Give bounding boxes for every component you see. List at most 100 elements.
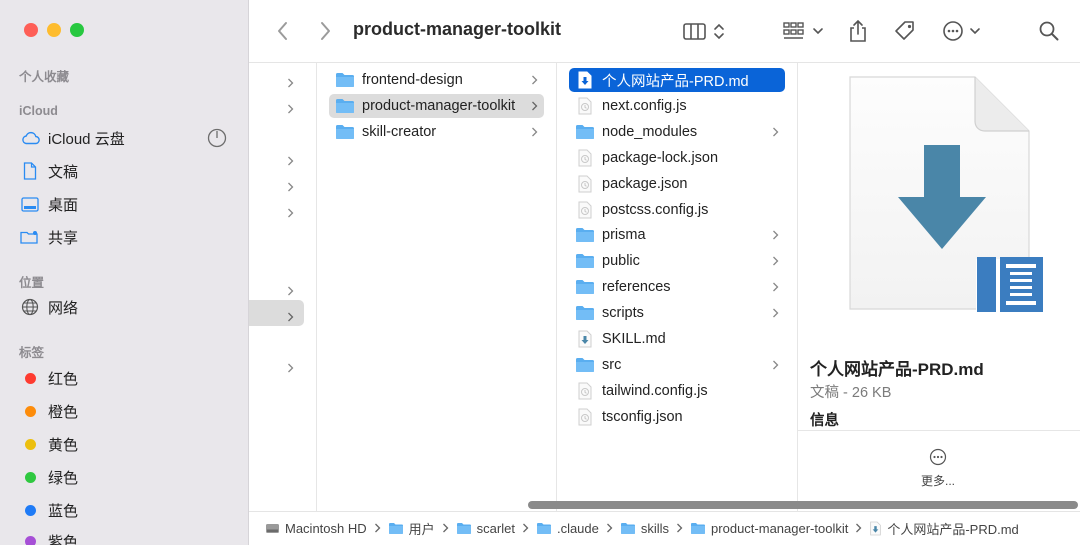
progress-pie-icon	[207, 128, 227, 152]
folder-icon	[388, 522, 404, 535]
home-folder-icon	[456, 522, 472, 535]
file-row[interactable]: tailwind.config.js	[569, 379, 785, 403]
forward-button[interactable]	[313, 16, 337, 46]
sidebar-tag-yellow[interactable]: 黄色	[20, 429, 235, 459]
js-file-icon	[575, 175, 595, 193]
row-label: skill-creator	[362, 123, 437, 140]
row-label: 个人网站产品-PRD.md	[602, 73, 749, 90]
chevron-right-icon	[772, 306, 779, 322]
sidebar-tag-green[interactable]: 绿色	[20, 462, 235, 492]
document-icon	[20, 161, 40, 181]
chevron-right-icon	[772, 125, 779, 141]
hard-drive-icon	[265, 522, 280, 535]
breadcrumb-item[interactable]: .claude	[536, 521, 599, 536]
column-parent[interactable]	[249, 63, 317, 512]
favorites-heading[interactable]: 个人收藏	[19, 66, 69, 85]
row-label: SKILL.md	[602, 331, 666, 347]
ellipsis-circle-icon	[943, 21, 980, 41]
folder-row[interactable]: node_modules	[569, 120, 785, 144]
selected-row-highlight[interactable]	[249, 300, 304, 326]
file-row[interactable]: next.config.js	[569, 94, 785, 118]
breadcrumb-item[interactable]: product-manager-toolkit	[690, 521, 848, 536]
chevron-right-icon	[772, 358, 779, 374]
desktop-icon	[20, 194, 40, 214]
folder-row[interactable]: prisma	[569, 223, 785, 247]
share-button[interactable]	[845, 16, 871, 46]
row-label: postcss.config.js	[602, 201, 709, 218]
folder-row[interactable]: src	[569, 353, 785, 377]
more-actions-button[interactable]	[941, 16, 987, 46]
file-row[interactable]: package-lock.json	[569, 146, 785, 170]
chevron-right-icon	[287, 283, 294, 301]
breadcrumb-item[interactable]: 个人网站产品-PRD.md	[869, 519, 1019, 538]
chevron-right-icon	[531, 125, 538, 141]
sidebar-item-label: 黄色	[48, 436, 79, 454]
group-button[interactable]	[781, 16, 827, 46]
more-button[interactable]: 更多...	[916, 448, 960, 489]
sidebar-tag-red[interactable]: 红色	[20, 363, 235, 393]
file-row[interactable]: package.json	[569, 172, 785, 196]
folder-row[interactable]: public	[569, 249, 785, 273]
chevron-right-icon	[287, 153, 294, 171]
view-mode-button[interactable]	[680, 16, 730, 46]
icloud-heading[interactable]: iCloud	[19, 104, 58, 118]
sidebar-item-documents[interactable]: 文稿	[20, 156, 235, 186]
js-file-icon	[575, 382, 595, 400]
js-file-icon	[575, 408, 595, 426]
row-label: next.config.js	[602, 97, 687, 114]
file-row[interactable]: SKILL.md	[569, 327, 785, 351]
folder-row[interactable]: frontend-design	[329, 68, 544, 92]
folder-icon	[536, 522, 552, 535]
sidebar-tag-purple[interactable]: 紫色	[20, 526, 235, 545]
folder-row[interactable]: references	[569, 275, 785, 299]
markdown-file-icon	[575, 71, 595, 89]
preview-file-kind: 文稿 - 26 KB	[810, 385, 892, 401]
file-row[interactable]: postcss.config.js	[569, 198, 785, 222]
sidebar-item-network[interactable]: 网络	[20, 292, 235, 322]
chevron-right-icon	[287, 101, 294, 119]
cloud-icon	[20, 128, 40, 148]
row-label: node_modules	[602, 123, 698, 140]
locations-heading[interactable]: 位置	[19, 272, 44, 291]
back-button[interactable]	[271, 16, 295, 46]
horizontal-scrollbar[interactable]	[528, 501, 1078, 509]
breadcrumb-item[interactable]: 用户	[388, 519, 435, 538]
breadcrumb-item[interactable]: Macintosh HD	[265, 521, 367, 536]
folder-icon	[575, 226, 595, 244]
row-label: references	[602, 279, 671, 296]
breadcrumb-item[interactable]: skills	[620, 521, 669, 536]
sidebar-item-label: 蓝色	[48, 502, 79, 520]
folder-icon	[335, 97, 355, 115]
file-row[interactable]: tsconfig.json	[569, 405, 785, 429]
sidebar-tag-orange[interactable]: 橙色	[20, 396, 235, 426]
folder-row[interactable]: product-manager-toolkit	[329, 93, 544, 118]
sidebar: 个人收藏 iCloud iCloud 云盘 文稿 桌面 共享 位置 网络 标签 …	[0, 0, 249, 545]
folder-row[interactable]: scripts	[569, 301, 785, 325]
js-file-icon	[575, 201, 595, 219]
sidebar-item-icloud-drive[interactable]: iCloud 云盘	[20, 123, 235, 153]
tags-heading[interactable]: 标签	[19, 342, 44, 361]
chevron-right-icon	[855, 522, 862, 536]
divider	[798, 430, 1080, 431]
sidebar-tag-blue[interactable]: 蓝色	[20, 495, 235, 525]
close-button[interactable]	[24, 23, 38, 37]
breadcrumb-item[interactable]: scarlet	[456, 521, 515, 536]
tag-button[interactable]	[891, 16, 919, 46]
minimize-button[interactable]	[47, 23, 61, 37]
shared-folder-icon	[20, 227, 40, 247]
breadcrumb-label: scarlet	[476, 521, 515, 536]
markdown-file-icon	[575, 330, 595, 348]
sidebar-item-shared[interactable]: 共享	[20, 222, 235, 252]
js-file-icon	[575, 97, 595, 115]
sidebar-item-label: 网络	[48, 299, 79, 317]
group-grid-icon	[783, 22, 823, 39]
chevron-right-icon	[531, 99, 538, 115]
file-row[interactable]: 个人网站产品-PRD.md	[569, 68, 785, 92]
search-button[interactable]	[1036, 16, 1062, 46]
folder-row[interactable]: skill-creator	[329, 120, 544, 144]
column-view-icon	[683, 23, 724, 40]
breadcrumb-label: skills	[640, 521, 670, 536]
sidebar-item-desktop[interactable]: 桌面	[20, 189, 235, 219]
zoom-button[interactable]	[70, 23, 84, 37]
chevron-right-icon	[374, 522, 381, 536]
